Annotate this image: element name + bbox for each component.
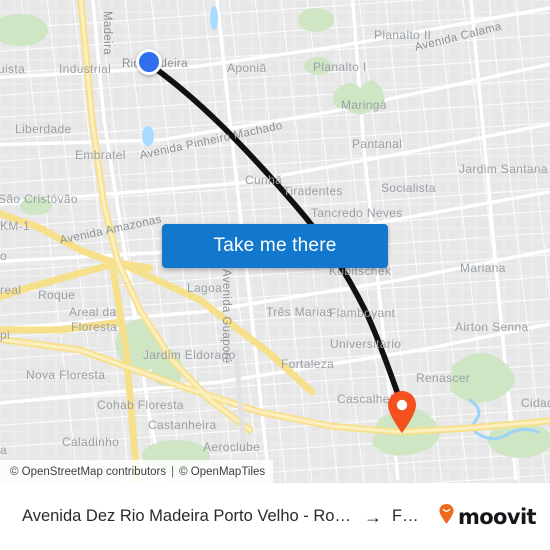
caption-destination-text: F… [392, 507, 419, 525]
moovit-logo[interactable]: moovit [438, 503, 537, 530]
attribution-tiles[interactable]: © OpenMapTiles [179, 466, 265, 478]
origin-marker[interactable] [136, 49, 162, 75]
take-me-there-label: Take me there [213, 235, 337, 256]
map-viewport[interactable]: Madeira Planalto II Avenida Calama uista Ind… [0, 0, 550, 483]
attribution-osm[interactable]: © OpenStreetMap contributors [10, 466, 166, 478]
moovit-wordmark: moovit [457, 504, 537, 529]
moovit-pin-icon [438, 503, 455, 530]
caption-origin-text: Avenida Dez Rio Madeira Porto Velho - Ro… [22, 507, 354, 525]
destination-marker[interactable] [386, 390, 418, 434]
map-attribution: © OpenStreetMap contributors | © OpenMap… [0, 460, 274, 483]
moovit-map-share-card: Madeira Planalto II Avenida Calama uista Ind… [0, 0, 550, 550]
caption-bar: Avenida Dez Rio Madeira Porto Velho - Ro… [0, 483, 550, 550]
attribution-separator: | [171, 465, 175, 478]
take-me-there-button[interactable]: Take me there [162, 224, 388, 268]
arrow-right-icon: → [364, 506, 382, 527]
